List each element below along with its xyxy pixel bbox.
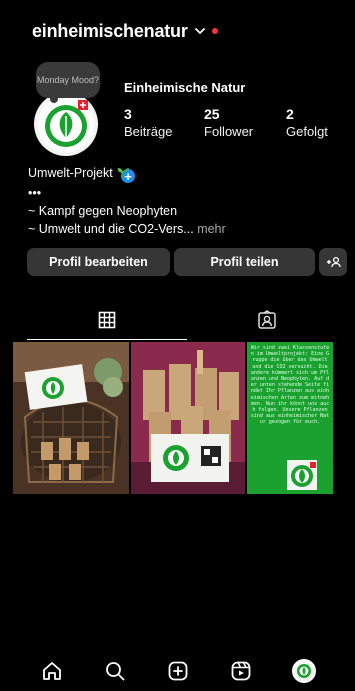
following-stat[interactable]: 2 Gefolgt bbox=[286, 106, 328, 140]
profile-header: Monday Mood? + Einheimische Natur 3 Beit… bbox=[0, 62, 355, 186]
home-icon bbox=[42, 661, 61, 680]
display-name: Einheimische Natur bbox=[124, 80, 246, 95]
nav-create[interactable] bbox=[158, 651, 198, 691]
bio-line-project: Umwelt-Projekt bbox=[28, 166, 113, 180]
grid-icon bbox=[98, 311, 116, 328]
nav-home[interactable] bbox=[32, 651, 72, 691]
nav-profile[interactable] bbox=[284, 651, 324, 691]
tagged-icon bbox=[258, 310, 276, 329]
following-label: Gefolgt bbox=[286, 124, 328, 139]
edit-profile-button[interactable]: Profil bearbeiten bbox=[27, 248, 170, 276]
posts-count: 3 bbox=[124, 106, 132, 122]
post-text: Wir sind zwei Klassenstufen im Umweltpro… bbox=[250, 345, 330, 426]
bio-line-neophyten: ~ Kampf gegen Neophyten bbox=[28, 204, 178, 218]
reels-icon bbox=[231, 661, 250, 680]
posts-grid: Wir sind zwei Klassenstufen im Umweltpro… bbox=[13, 342, 333, 494]
stats-row: 3 Beiträge 25 Follower 2 Gefolgt bbox=[124, 106, 328, 140]
post-thumbnail[interactable] bbox=[131, 342, 245, 494]
post-thumbnail[interactable] bbox=[13, 342, 129, 494]
leaf-logo-icon bbox=[287, 460, 317, 490]
leaf-logo-icon bbox=[296, 663, 311, 678]
search-icon bbox=[105, 661, 124, 680]
content-tabs bbox=[27, 300, 347, 340]
share-profile-button[interactable]: Profil teilen bbox=[174, 248, 315, 276]
chevron-down-icon[interactable] bbox=[194, 25, 206, 37]
tab-tagged[interactable] bbox=[187, 300, 347, 340]
add-user-icon bbox=[327, 256, 341, 268]
post-thumbnail[interactable]: Wir sind zwei Klassenstufen im Umweltpro… bbox=[247, 342, 333, 494]
posts-stat[interactable]: 3 Beiträge bbox=[124, 106, 204, 140]
post-image-basket bbox=[13, 342, 129, 494]
profile-actions: Profil bearbeiten Profil teilen bbox=[27, 248, 347, 276]
note-bubble[interactable]: Monday Mood? bbox=[36, 62, 100, 103]
leaf-logo-icon bbox=[34, 92, 98, 156]
nav-reels[interactable] bbox=[221, 651, 261, 691]
followers-label: Follower bbox=[204, 124, 254, 139]
seedling-icon bbox=[116, 166, 130, 184]
tab-posts-grid[interactable] bbox=[27, 300, 187, 340]
bio-dots: ••• bbox=[28, 186, 42, 200]
bio-line-co2: ~ Umwelt und die CO2-Vers... bbox=[28, 222, 194, 236]
note-text: Monday Mood? bbox=[36, 74, 100, 85]
profile-avatar[interactable]: + bbox=[34, 92, 138, 186]
add-user-button[interactable] bbox=[319, 248, 347, 276]
profile-avatar-small bbox=[291, 658, 316, 683]
bio-more-link[interactable]: mehr bbox=[197, 222, 225, 236]
create-icon bbox=[168, 661, 187, 680]
following-count: 2 bbox=[286, 106, 294, 122]
notification-dot bbox=[211, 28, 218, 34]
post-image-seed-bags bbox=[131, 342, 245, 494]
nav-search[interactable] bbox=[95, 651, 135, 691]
bottom-navigation bbox=[0, 650, 355, 691]
username-title[interactable]: einheimischenatur bbox=[32, 21, 188, 42]
posts-label: Beiträge bbox=[124, 124, 173, 139]
top-bar: einheimischenatur bbox=[0, 0, 355, 62]
followers-count: 25 bbox=[204, 106, 220, 122]
followers-stat[interactable]: 25 Follower bbox=[204, 106, 286, 140]
bio: Umwelt-Projekt ••• ~ Kampf gegen Neophyt… bbox=[28, 164, 348, 238]
